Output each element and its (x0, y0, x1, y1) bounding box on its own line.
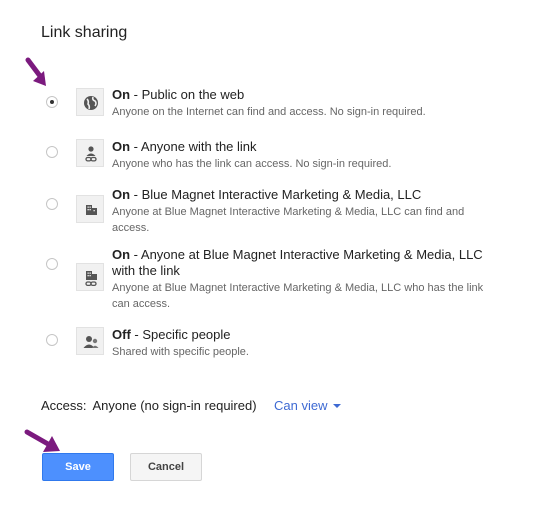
access-label: Access: (41, 398, 87, 413)
option-description: Anyone at Blue Magnet Interactive Market… (112, 282, 484, 310)
cancel-button[interactable]: Cancel (130, 453, 202, 481)
option-description: Anyone on the Internet can find and acce… (112, 106, 426, 118)
option-state: On (112, 139, 131, 154)
option-label: - Public on the web (130, 87, 245, 102)
radio-public-on-web[interactable] (46, 96, 58, 108)
save-button[interactable]: Save (42, 453, 114, 481)
radio-organization[interactable] (46, 198, 58, 210)
person-link-icon (76, 139, 104, 167)
option-title: On - Blue Magnet Interactive Marketing &… (112, 187, 502, 203)
option-state: On (112, 187, 131, 202)
option-title: On - Anyone at Blue Magnet Interactive M… (112, 247, 502, 279)
annotation-arrow-icon (25, 57, 46, 86)
option-label: - Specific people (130, 327, 231, 342)
globe-icon (76, 88, 104, 116)
access-value: Anyone (no sign-in required) (92, 398, 257, 413)
option-label: - Blue Magnet Interactive Marketing & Me… (130, 187, 422, 202)
option-title: On - Public on the web (112, 87, 502, 103)
option-state: Off (112, 327, 131, 342)
option-state: On (112, 87, 131, 102)
people-icon (76, 327, 104, 355)
option-description: Anyone who has the link can access. No s… (112, 158, 392, 170)
option-title: On - Anyone with the link (112, 139, 502, 155)
building-icon (76, 195, 104, 223)
permission-dropdown[interactable]: Can view (274, 398, 342, 413)
option-state: On (112, 247, 131, 262)
radio-organization-with-link[interactable] (46, 258, 58, 270)
access-row: Access: Anyone (no sign-in required) (41, 398, 257, 413)
permission-dropdown-label: Can view (274, 398, 328, 413)
option-label: - Anyone with the link (130, 139, 257, 154)
option-label: - Anyone at Blue Magnet Interactive Mark… (112, 247, 483, 278)
option-description: Shared with specific people. (112, 346, 249, 358)
option-title: Off - Specific people (112, 327, 502, 343)
radio-anyone-with-link[interactable] (46, 146, 58, 158)
radio-specific-people[interactable] (46, 334, 58, 346)
chevron-down-icon (333, 404, 342, 408)
building-link-icon (76, 263, 104, 291)
option-description: Anyone at Blue Magnet Interactive Market… (112, 206, 465, 234)
dialog-title: Link sharing (41, 24, 128, 41)
